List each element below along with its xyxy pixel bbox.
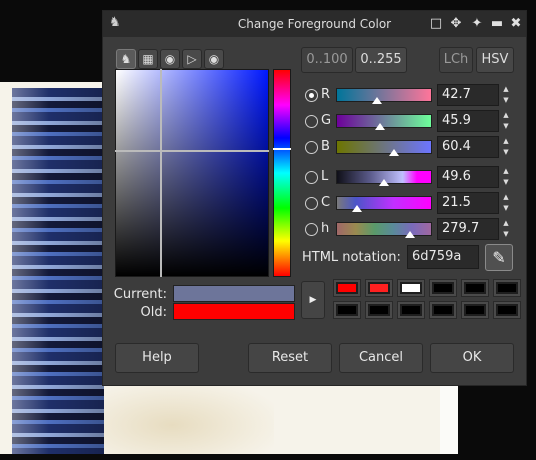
html-notation-input[interactable]: 6d759a	[407, 245, 479, 269]
hsv-toggle[interactable]: HSV	[476, 47, 514, 73]
slider-marker[interactable]	[372, 97, 382, 104]
history-color-fill	[498, 306, 516, 314]
history-color-10[interactable]	[461, 301, 489, 319]
slider-marker[interactable]	[375, 123, 385, 130]
channel-slider-h[interactable]	[336, 222, 432, 238]
history-color-6[interactable]	[333, 301, 361, 319]
wheel-selector-icon[interactable]: ◉	[160, 49, 180, 69]
lch-toggle[interactable]: LCh	[439, 47, 473, 73]
channel-radio-c[interactable]	[305, 197, 318, 210]
history-color-fill	[338, 284, 356, 292]
channel-label-b: B	[321, 139, 330, 154]
change-foreground-color-dialog: ♞ Change Foreground Color □ ✥ ✦ ▬ ✖ ♞ ▦ …	[102, 10, 527, 386]
history-color-1[interactable]	[365, 279, 393, 297]
channel-slider-l[interactable]	[336, 170, 432, 186]
history-color-4[interactable]	[461, 279, 489, 297]
channel-slider-c[interactable]	[336, 196, 432, 212]
spin-arrows-icon[interactable]: ▲ ▼	[501, 166, 511, 188]
old-color-label: Old:	[140, 305, 167, 320]
slider-marker[interactable]	[379, 179, 389, 186]
channel-slider-r[interactable]	[336, 88, 432, 104]
history-color-11[interactable]	[493, 301, 521, 319]
old-color-swatch[interactable]	[173, 303, 295, 320]
channel-label-r: R	[321, 87, 331, 102]
channel-label-h: h	[321, 221, 330, 236]
history-color-fill	[466, 284, 484, 292]
history-color-8[interactable]	[397, 301, 425, 319]
spin-arrows-icon[interactable]: ▲ ▼	[501, 136, 511, 158]
channel-slider-b[interactable]	[336, 140, 432, 156]
history-color-5[interactable]	[493, 279, 521, 297]
channel-value-r[interactable]: 42.7	[437, 84, 499, 106]
history-color-fill	[434, 284, 452, 292]
spin-arrows-icon[interactable]: ▲ ▼	[501, 192, 511, 214]
saturation-value-picker[interactable]	[115, 69, 269, 277]
history-color-2[interactable]	[397, 279, 425, 297]
help-button[interactable]: Help	[115, 343, 199, 373]
minimize-icon[interactable]: □	[428, 16, 444, 32]
history-color-3[interactable]	[429, 279, 457, 297]
history-color-fill	[498, 284, 516, 292]
gimp-selector-icon[interactable]: ♞	[116, 49, 136, 69]
channel-value-l[interactable]: 49.6	[437, 166, 499, 188]
history-color-fill	[370, 284, 388, 292]
spin-arrows-icon[interactable]: ▲ ▼	[501, 218, 511, 240]
channel-radio-g[interactable]	[305, 115, 318, 128]
color-picker-icon[interactable]: ✎	[485, 244, 513, 271]
range-0-255-toggle[interactable]: 0..255	[355, 47, 407, 73]
reset-button[interactable]: Reset	[248, 343, 332, 373]
history-color-fill	[466, 306, 484, 314]
current-color-swatch	[173, 285, 295, 302]
triangle-selector-icon[interactable]: ▷	[182, 49, 202, 69]
history-color-fill	[338, 306, 356, 314]
triangle-right-icon[interactable]: ▶	[301, 281, 325, 319]
palette-selector-icon[interactable]: ◉	[204, 49, 224, 69]
channel-radio-h[interactable]	[305, 223, 318, 236]
channel-label-l: L	[321, 169, 329, 184]
pin-icon[interactable]: ✦	[469, 16, 485, 32]
lace-image-region	[104, 382, 274, 454]
range-0-100-toggle[interactable]: 0..100	[301, 47, 353, 73]
picker-crosshair-horizontal	[115, 150, 269, 152]
spin-arrows-icon[interactable]: ▲ ▼	[501, 110, 511, 132]
move-icon[interactable]: ✥	[448, 16, 464, 32]
html-notation-label: HTML notation:	[302, 250, 401, 265]
history-color-fill	[370, 306, 388, 314]
history-color-fill	[402, 284, 420, 292]
channel-value-g[interactable]: 45.9	[437, 110, 499, 132]
channel-slider-g[interactable]	[336, 114, 432, 130]
ok-button[interactable]: OK	[430, 343, 514, 373]
titlebar[interactable]: ♞ Change Foreground Color □ ✥ ✦ ▬ ✖	[103, 11, 526, 37]
slider-marker[interactable]	[389, 149, 399, 156]
history-color-7[interactable]	[365, 301, 393, 319]
cmyk-selector-icon[interactable]: ▦	[138, 49, 158, 69]
slider-marker[interactable]	[405, 231, 415, 238]
dress-shading	[12, 88, 104, 454]
history-color-9[interactable]	[429, 301, 457, 319]
maximize-icon[interactable]: ▬	[489, 16, 505, 32]
channel-label-c: C	[321, 195, 331, 210]
channel-label-g: G	[321, 113, 332, 128]
close-icon[interactable]: ✖	[508, 16, 524, 32]
current-color-label: Current:	[113, 287, 167, 302]
channel-value-b[interactable]: 60.4	[437, 136, 499, 158]
spin-arrows-icon[interactable]: ▲ ▼	[501, 84, 511, 106]
hue-indicator	[273, 148, 291, 150]
history-color-fill	[434, 306, 452, 314]
picker-crosshair-vertical	[160, 69, 162, 277]
channel-radio-r[interactable]	[305, 89, 318, 102]
channel-radio-b[interactable]	[305, 141, 318, 154]
hue-strip[interactable]	[273, 69, 291, 277]
channel-radio-l[interactable]	[305, 171, 318, 184]
history-color-0[interactable]	[333, 279, 361, 297]
channel-value-h[interactable]: 279.7	[437, 218, 499, 240]
cancel-button[interactable]: Cancel	[339, 343, 423, 373]
channel-value-c[interactable]: 21.5	[437, 192, 499, 214]
slider-marker[interactable]	[352, 205, 362, 212]
history-color-fill	[402, 306, 420, 314]
